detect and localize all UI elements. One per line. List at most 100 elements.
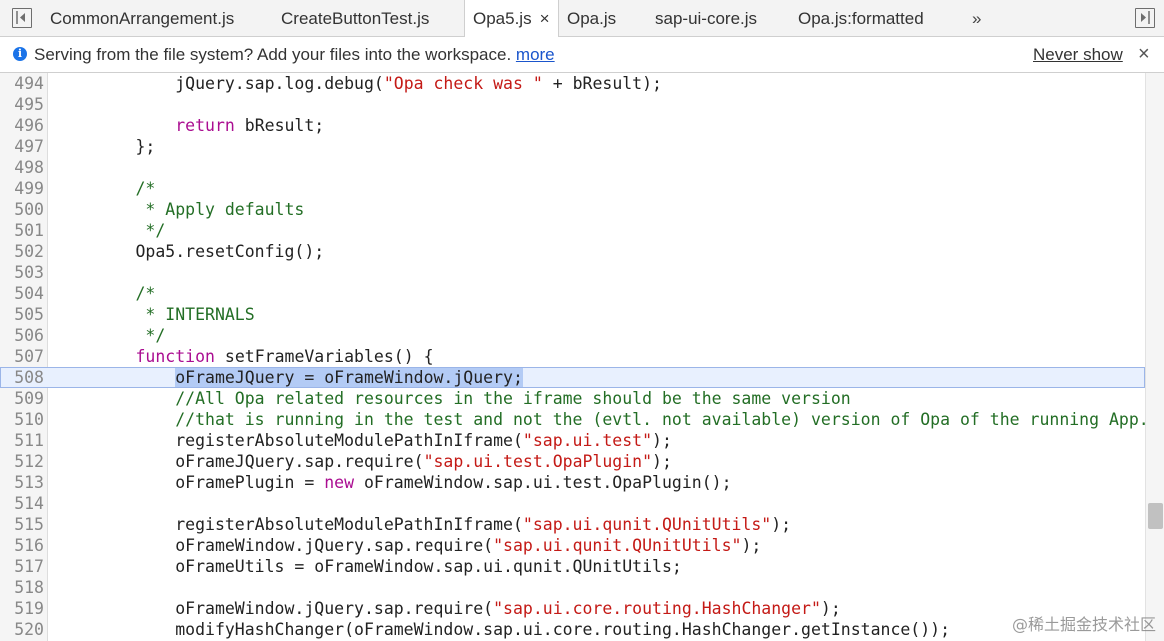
tab-common-arrangement[interactable]: CommonArrangement.js — [50, 0, 234, 37]
code-line[interactable]: 516 oFrameWindow.jQuery.sap.require("sap… — [0, 535, 1145, 556]
line-number[interactable]: 517 — [0, 556, 44, 577]
tab-label: CreateButtonTest.js — [281, 9, 430, 28]
code-text: Opa5.resetConfig(); — [56, 241, 324, 262]
code-token: registerAbsoluteModulePathInIframe( — [56, 515, 523, 534]
line-number[interactable]: 515 — [0, 514, 44, 535]
code-line[interactable]: 502 Opa5.resetConfig(); — [0, 241, 1145, 262]
code-token: oFrameJQuery.sap.require( — [56, 452, 424, 471]
code-line[interactable]: 507 function setFrameVariables() { — [0, 346, 1145, 367]
line-number[interactable]: 506 — [0, 325, 44, 346]
code-line[interactable]: 506 */ — [0, 325, 1145, 346]
code-token: + bResult); — [542, 74, 662, 93]
code-line[interactable]: 505 * INTERNALS — [0, 304, 1145, 325]
line-number[interactable]: 495 — [0, 94, 44, 115]
code-text: return bResult; — [56, 115, 324, 136]
code-text: modifyHashChanger(oFrameWindow.sap.ui.co… — [56, 619, 950, 640]
code-text: jQuery.sap.log.debug("Opa check was " + … — [56, 73, 662, 94]
scrollbar-thumb[interactable] — [1148, 503, 1163, 529]
code-line[interactable]: 510 //that is running in the test and no… — [0, 409, 1149, 430]
code-line[interactable]: 511 registerAbsoluteModulePathInIframe("… — [0, 430, 1145, 451]
code-token: /* — [56, 284, 156, 303]
code-token: registerAbsoluteModulePathInIframe( — [56, 431, 523, 450]
line-number[interactable]: 512 — [0, 451, 44, 472]
code-token: ); — [820, 599, 841, 618]
code-editor[interactable]: 494 jQuery.sap.log.debug("Opa check was … — [0, 73, 1164, 641]
line-number[interactable]: 518 — [0, 577, 44, 598]
code-token: oFrameWindow.jQuery.sap.require( — [56, 599, 494, 618]
line-number[interactable]: 520 — [0, 619, 44, 640]
more-link[interactable]: more — [516, 45, 555, 64]
code-line[interactable]: 508 oFrameJQuery = oFrameWindow.jQuery; — [0, 367, 1145, 388]
code-token: "sap.ui.core.routing.HashChanger" — [493, 599, 821, 618]
code-line[interactable]: 513 oFramePlugin = new oFrameWindow.sap.… — [0, 472, 1145, 493]
code-text: oFramePlugin = new oFrameWindow.sap.ui.t… — [56, 472, 731, 493]
tab-bar: CommonArrangement.js CreateButtonTest.js… — [0, 0, 1164, 38]
code-token: */ — [56, 326, 166, 345]
code-line[interactable]: 496 return bResult; — [0, 115, 1145, 136]
code-token: /* — [56, 179, 156, 198]
code-token: oFramePlugin = — [56, 473, 325, 492]
line-number[interactable]: 511 — [0, 430, 44, 451]
code-line[interactable]: 520 modifyHashChanger(oFrameWindow.sap.u… — [0, 619, 1145, 640]
code-line[interactable]: 494 jQuery.sap.log.debug("Opa check was … — [0, 73, 1145, 94]
line-number[interactable]: 516 — [0, 535, 44, 556]
code-token: ); — [741, 536, 762, 555]
toggle-navigator-icon[interactable] — [12, 8, 32, 28]
line-number[interactable]: 509 — [0, 388, 44, 409]
tab-create-button-test[interactable]: CreateButtonTest.js — [281, 0, 429, 37]
code-text: /* — [56, 178, 155, 199]
line-number[interactable]: 519 — [0, 598, 44, 619]
vertical-scrollbar[interactable] — [1145, 73, 1164, 641]
code-text: }; — [56, 136, 155, 157]
code-line[interactable]: 498 — [0, 157, 1145, 178]
code-token: ); — [652, 431, 672, 450]
code-line[interactable]: 501 */ — [0, 220, 1145, 241]
code-line[interactable]: 519 oFrameWindow.jQuery.sap.require("sap… — [0, 598, 1145, 619]
line-number[interactable]: 510 — [0, 409, 44, 430]
code-line[interactable]: 512 oFrameJQuery.sap.require("sap.ui.tes… — [0, 451, 1145, 472]
code-line[interactable]: 518 — [0, 577, 1145, 598]
code-line[interactable]: 504 /* — [0, 283, 1145, 304]
line-number[interactable]: 497 — [0, 136, 44, 157]
line-number[interactable]: 496 — [0, 115, 44, 136]
line-number[interactable]: 503 — [0, 262, 44, 283]
tab-label: CommonArrangement.js — [50, 9, 235, 28]
code-line[interactable]: 495 — [0, 94, 1145, 115]
code-line[interactable]: 515 registerAbsoluteModulePathInIframe("… — [0, 514, 1145, 535]
tab-opa5[interactable]: Opa5.js × — [464, 0, 559, 38]
line-number[interactable]: 499 — [0, 178, 44, 199]
line-number[interactable]: 504 — [0, 283, 44, 304]
never-show-link[interactable]: Never show — [1033, 37, 1123, 73]
tab-opa[interactable]: Opa.js — [567, 0, 616, 37]
code-line[interactable]: 514 — [0, 493, 1145, 514]
line-number[interactable]: 514 — [0, 493, 44, 514]
line-number[interactable]: 498 — [0, 157, 44, 178]
line-number[interactable]: 501 — [0, 220, 44, 241]
tab-opa-formatted[interactable]: Opa.js:formatted — [798, 0, 924, 37]
line-number[interactable]: 494 — [0, 73, 44, 94]
line-number[interactable]: 500 — [0, 199, 44, 220]
close-icon[interactable]: × — [1138, 37, 1150, 71]
code-line[interactable]: 499 /* — [0, 178, 1145, 199]
tab-close-icon[interactable]: × — [540, 9, 550, 28]
line-number[interactable]: 505 — [0, 304, 44, 325]
code-token: }; — [56, 137, 156, 156]
code-token: Opa5.resetConfig(); — [56, 242, 325, 261]
code-text: /* — [56, 283, 155, 304]
line-number[interactable]: 508 — [0, 367, 44, 388]
code-line[interactable]: 517 oFrameUtils = oFrameWindow.sap.ui.qu… — [0, 556, 1145, 577]
toggle-debugger-icon[interactable] — [1135, 8, 1155, 28]
line-number[interactable]: 507 — [0, 346, 44, 367]
code-text: //that is running in the test and not th… — [56, 409, 1149, 430]
tab-sap-ui-core[interactable]: sap-ui-core.js — [655, 0, 757, 37]
code-line[interactable]: 509 //All Opa related resources in the i… — [0, 388, 1145, 409]
infobar-message: Serving from the file system? Add your f… — [34, 37, 555, 73]
code-text: //All Opa related resources in the ifram… — [56, 388, 851, 409]
code-line[interactable]: 500 * Apply defaults — [0, 199, 1145, 220]
code-line[interactable]: 503 — [0, 262, 1145, 283]
code-line[interactable]: 497 }; — [0, 136, 1145, 157]
line-number[interactable]: 513 — [0, 472, 44, 493]
line-number[interactable]: 502 — [0, 241, 44, 262]
more-tabs-chevron-icon[interactable]: » — [972, 0, 981, 37]
